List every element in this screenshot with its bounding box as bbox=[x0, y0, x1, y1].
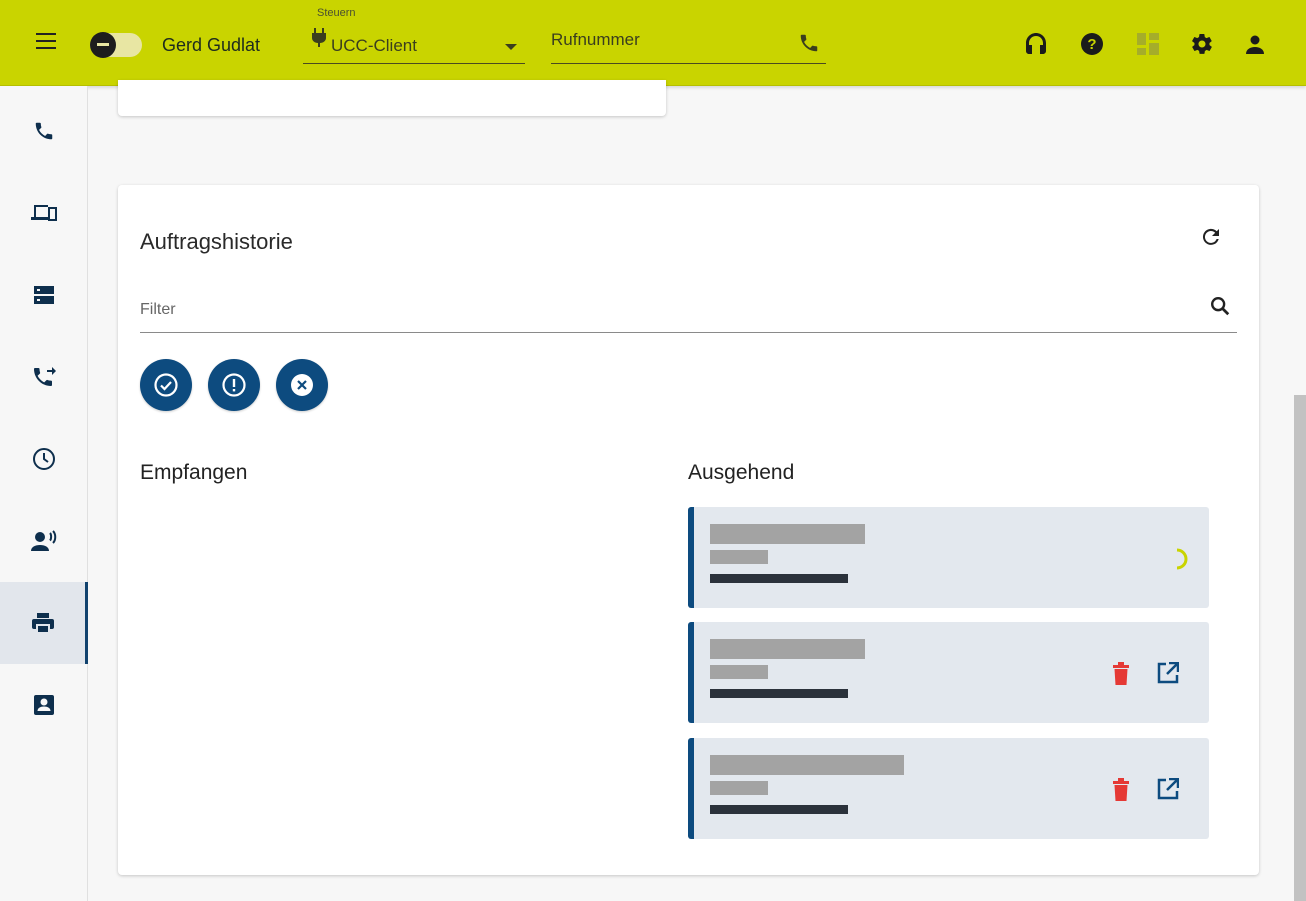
devices-icon bbox=[31, 205, 57, 221]
steuern-select[interactable]: Steuern UCC-Client bbox=[303, 6, 525, 64]
job-title-placeholder bbox=[710, 639, 865, 659]
call-icon[interactable] bbox=[798, 32, 820, 54]
outgoing-job-item[interactable] bbox=[688, 507, 1209, 608]
job-title-placeholder bbox=[710, 755, 904, 775]
job-detail-placeholder bbox=[710, 574, 848, 583]
help-icon[interactable]: ? bbox=[1079, 31, 1105, 57]
rufnummer-field[interactable] bbox=[551, 26, 826, 64]
outgoing-job-item[interactable] bbox=[688, 738, 1209, 839]
person-icon[interactable] bbox=[1242, 31, 1268, 57]
hamburger-menu-icon[interactable] bbox=[36, 33, 56, 49]
rufnummer-input[interactable] bbox=[551, 30, 781, 50]
check-circle-icon bbox=[154, 373, 178, 397]
voice-user-icon bbox=[31, 530, 57, 551]
steuern-label: Steuern bbox=[317, 7, 356, 19]
card-title: Auftragshistorie bbox=[140, 229, 293, 254]
chevron-down-icon bbox=[505, 44, 517, 50]
user-name: Gerd Gudlat bbox=[162, 35, 261, 55]
toggle-knob bbox=[90, 32, 116, 58]
clock-icon bbox=[33, 448, 55, 470]
scrollbar-thumb[interactable] bbox=[1294, 395, 1306, 901]
storage-icon bbox=[34, 286, 54, 304]
plug-icon bbox=[312, 28, 326, 47]
job-detail-placeholder bbox=[710, 805, 848, 814]
open-external-icon[interactable] bbox=[1157, 662, 1179, 684]
outgoing-job-item[interactable] bbox=[688, 622, 1209, 723]
contact-card-icon bbox=[34, 695, 54, 715]
sidebar-nav bbox=[0, 86, 88, 901]
settings-icon[interactable] bbox=[1189, 31, 1215, 57]
sidebar-item-print[interactable] bbox=[0, 582, 88, 664]
outgoing-heading: Ausgehend bbox=[688, 461, 795, 484]
refresh-icon[interactable] bbox=[1199, 225, 1223, 249]
filter-input[interactable] bbox=[140, 301, 1180, 319]
phone-icon bbox=[35, 122, 53, 140]
search-icon[interactable] bbox=[1209, 295, 1231, 317]
filter-success-button[interactable] bbox=[140, 359, 192, 411]
steuern-value: UCC-Client bbox=[331, 36, 417, 55]
sidebar-item-voice[interactable] bbox=[0, 500, 88, 582]
sidebar-item-devices[interactable] bbox=[0, 172, 88, 254]
filter-field[interactable] bbox=[140, 287, 1237, 333]
delete-icon[interactable] bbox=[1111, 778, 1131, 802]
headset-icon[interactable] bbox=[1023, 31, 1049, 57]
loading-spinner-icon bbox=[1176, 548, 1188, 570]
job-title-placeholder bbox=[710, 524, 865, 544]
printer-icon bbox=[31, 613, 54, 634]
sidebar-item-contacts[interactable] bbox=[0, 664, 88, 746]
delete-icon[interactable] bbox=[1111, 662, 1131, 686]
alert-circle-icon bbox=[222, 373, 246, 397]
received-heading: Empfangen bbox=[140, 461, 248, 484]
sidebar-item-history[interactable] bbox=[0, 418, 88, 500]
availability-toggle[interactable] bbox=[90, 32, 142, 58]
dashboard-icon[interactable] bbox=[1135, 31, 1161, 57]
job-subtitle-placeholder bbox=[710, 781, 768, 795]
sidebar-item-phone[interactable] bbox=[0, 90, 88, 172]
filter-error-button[interactable] bbox=[276, 359, 328, 411]
previous-card bbox=[118, 80, 666, 116]
open-external-icon[interactable] bbox=[1157, 778, 1179, 800]
job-subtitle-placeholder bbox=[710, 665, 768, 679]
call-forward-icon bbox=[34, 367, 56, 386]
sidebar-item-call-forward[interactable] bbox=[0, 336, 88, 418]
cancel-circle-icon bbox=[291, 374, 313, 396]
filter-warning-button[interactable] bbox=[208, 359, 260, 411]
top-app-bar: Gerd Gudlat Steuern UCC-Client ? bbox=[0, 0, 1306, 86]
sidebar-item-storage[interactable] bbox=[0, 254, 88, 336]
svg-text:?: ? bbox=[1087, 36, 1096, 53]
job-history-card: Auftragshistorie Empfangen Ausgehend bbox=[118, 185, 1259, 875]
job-detail-placeholder bbox=[710, 689, 848, 698]
job-subtitle-placeholder bbox=[710, 550, 768, 564]
